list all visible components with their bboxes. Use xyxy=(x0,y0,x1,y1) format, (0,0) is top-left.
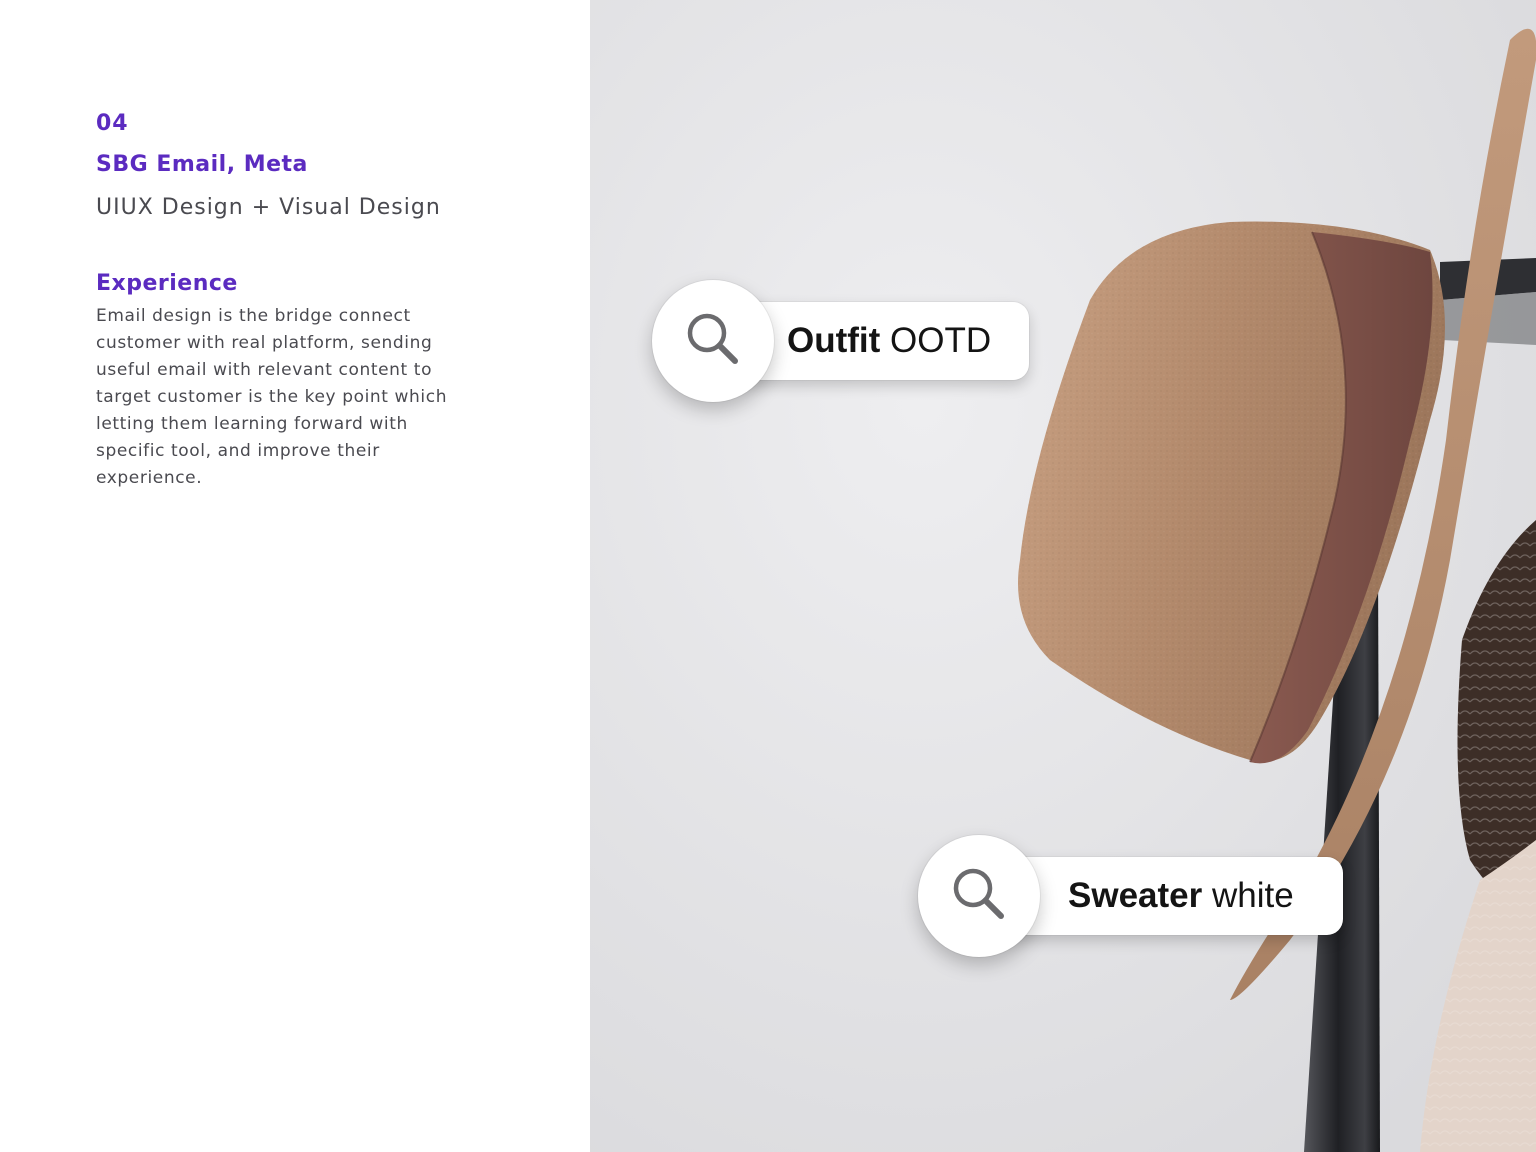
search-icon-circle[interactable] xyxy=(652,280,774,402)
project-subtitle: UIUX Design + Visual Design xyxy=(96,195,441,220)
search-keyword-bold: Outfit xyxy=(787,321,881,360)
search-keyword-rest: white xyxy=(1202,876,1294,915)
search-icon xyxy=(683,309,743,373)
search-chip-outfit-ootd[interactable]: Outfit OOTD xyxy=(652,280,1032,404)
portfolio-slide: 04 SBG Email, Meta UIUX Design + Visual … xyxy=(0,0,1536,1152)
project-title: SBG Email, Meta xyxy=(96,152,308,177)
search-keyword-bold: Sweater xyxy=(1068,876,1203,915)
project-info-panel: 04 SBG Email, Meta UIUX Design + Visual … xyxy=(0,0,590,1152)
hat-on-rack-photo xyxy=(590,0,1536,1152)
search-icon xyxy=(949,864,1009,928)
experience-description: Email design is the bridge connect custo… xyxy=(96,306,448,488)
search-icon-circle[interactable] xyxy=(918,835,1040,957)
project-number: 04 xyxy=(96,111,129,136)
search-chip-sweater-white[interactable]: Sweater white xyxy=(918,835,1346,959)
search-keyword-rest: OOTD xyxy=(880,321,992,360)
experience-heading: Experience xyxy=(96,271,238,296)
